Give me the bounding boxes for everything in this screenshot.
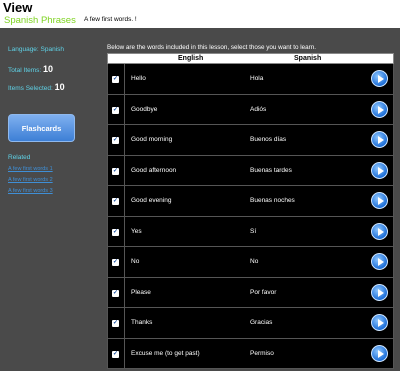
play-audio-icon[interactable] xyxy=(371,161,388,179)
spanish-phrase: Por favor xyxy=(250,288,277,296)
play-audio-icon[interactable] xyxy=(371,192,388,209)
table-row[interactable]: ✓ Good morning Buenos días xyxy=(107,125,394,156)
play-audio-icon[interactable] xyxy=(371,253,388,270)
flashcards-button[interactable]: Flashcards xyxy=(8,114,75,142)
table-row[interactable]: ✓ Hello Hola xyxy=(107,64,394,95)
language-label: Language: Spanish xyxy=(8,46,65,53)
table-row[interactable]: ✓ Good evening Buenas noches xyxy=(107,186,394,217)
header: View Spanish Phrases A few first words. … xyxy=(0,0,400,28)
items-selected-label: Items Selected: xyxy=(8,85,53,92)
play-audio-icon[interactable] xyxy=(371,100,388,118)
play-audio-icon[interactable] xyxy=(371,344,388,362)
table-row[interactable]: ✓ Goodbye Adiós xyxy=(107,94,394,125)
column-divider xyxy=(124,247,125,277)
spanish-phrase: Buenas tardes xyxy=(250,166,292,174)
select-checkbox[interactable]: ✓ xyxy=(112,167,119,175)
table-row[interactable]: ✓ No No xyxy=(107,247,394,278)
select-checkbox[interactable]: ✓ xyxy=(112,320,119,327)
select-checkbox[interactable]: ✓ xyxy=(112,198,119,205)
english-phrase: No xyxy=(131,258,140,265)
lesson-title: Spanish Phrases xyxy=(4,15,76,26)
phrase-table: English Spanish ✓ Hello Hola ✓ Goodbye Adiós ✓… xyxy=(107,53,394,369)
english-phrase: Please xyxy=(131,288,151,296)
english-phrase: Goodbye xyxy=(131,105,158,113)
english-phrase: Excuse me (to get past) xyxy=(131,349,200,357)
play-audio-icon[interactable] xyxy=(371,314,388,331)
select-checkbox[interactable]: ✓ xyxy=(112,228,119,236)
table-row[interactable]: ✓ Yes Sí xyxy=(107,216,394,247)
items-selected: Items Selected: 10 xyxy=(8,82,65,92)
select-checkbox[interactable]: ✓ xyxy=(112,137,119,144)
page-title: View xyxy=(3,0,33,15)
column-divider xyxy=(124,338,125,368)
column-divider xyxy=(124,125,125,155)
english-phrase: Good afternoon xyxy=(131,166,177,174)
items-selected-value: 10 xyxy=(54,82,65,92)
select-checkbox[interactable]: ✓ xyxy=(112,289,119,297)
spanish-phrase: Sí xyxy=(250,227,257,235)
table-row[interactable]: ✓ Good afternoon Buenas tardes xyxy=(107,155,394,186)
spanish-phrase: Hola xyxy=(250,75,264,82)
related-heading: Related xyxy=(8,154,31,161)
select-checkbox[interactable]: ✓ xyxy=(112,350,119,358)
column-divider xyxy=(124,277,125,307)
spanish-phrase: No xyxy=(250,258,259,265)
spanish-phrase: Adiós xyxy=(250,105,267,113)
column-divider xyxy=(124,186,125,216)
english-phrase: Hello xyxy=(131,75,146,82)
select-checkbox[interactable]: ✓ xyxy=(112,76,119,83)
column-header-spanish: Spanish xyxy=(294,55,322,62)
total-items-value: 10 xyxy=(43,64,54,74)
lesson-intro: Below are the words included in this les… xyxy=(107,44,316,51)
table-row[interactable]: ✓ Excuse me (to get past) Permiso xyxy=(107,338,394,369)
column-divider xyxy=(124,94,125,124)
play-audio-icon[interactable] xyxy=(371,283,388,301)
column-divider xyxy=(124,308,125,338)
spanish-phrase: Buenas noches xyxy=(250,197,295,204)
play-audio-icon[interactable] xyxy=(371,70,388,87)
english-phrase: Yes xyxy=(131,227,142,235)
column-divider xyxy=(124,64,125,94)
related-link-2[interactable]: A few first words 2 xyxy=(8,177,53,183)
related-link-1[interactable]: A few first words 1 xyxy=(8,166,53,172)
play-audio-icon[interactable] xyxy=(371,222,388,240)
table-row[interactable]: ✓ Thanks Gracias xyxy=(107,308,394,339)
column-divider xyxy=(124,216,125,246)
play-audio-icon[interactable] xyxy=(371,131,388,148)
total-items: Total Items: 10 xyxy=(8,64,53,74)
spanish-phrase: Permiso xyxy=(250,349,274,357)
english-phrase: Good evening xyxy=(131,197,172,204)
total-items-label: Total Items: xyxy=(8,67,42,74)
table-body: ✓ Hello Hola ✓ Goodbye Adiós ✓ Good morning Buen… xyxy=(107,64,394,369)
select-checkbox[interactable]: ✓ xyxy=(112,259,119,266)
column-header-english: English xyxy=(178,55,204,62)
spanish-phrase: Gracias xyxy=(250,319,273,326)
lesson-note: A few first words. ! xyxy=(84,16,137,23)
english-phrase: Thanks xyxy=(131,319,153,326)
table-header: English Spanish xyxy=(107,53,394,64)
table-row[interactable]: ✓ Please Por favor xyxy=(107,277,394,308)
column-divider xyxy=(124,155,125,185)
spanish-phrase: Buenos días xyxy=(250,136,287,143)
select-checkbox[interactable]: ✓ xyxy=(112,106,119,114)
related-link-3[interactable]: A few first words 3 xyxy=(8,188,53,194)
english-phrase: Good morning xyxy=(131,136,173,143)
